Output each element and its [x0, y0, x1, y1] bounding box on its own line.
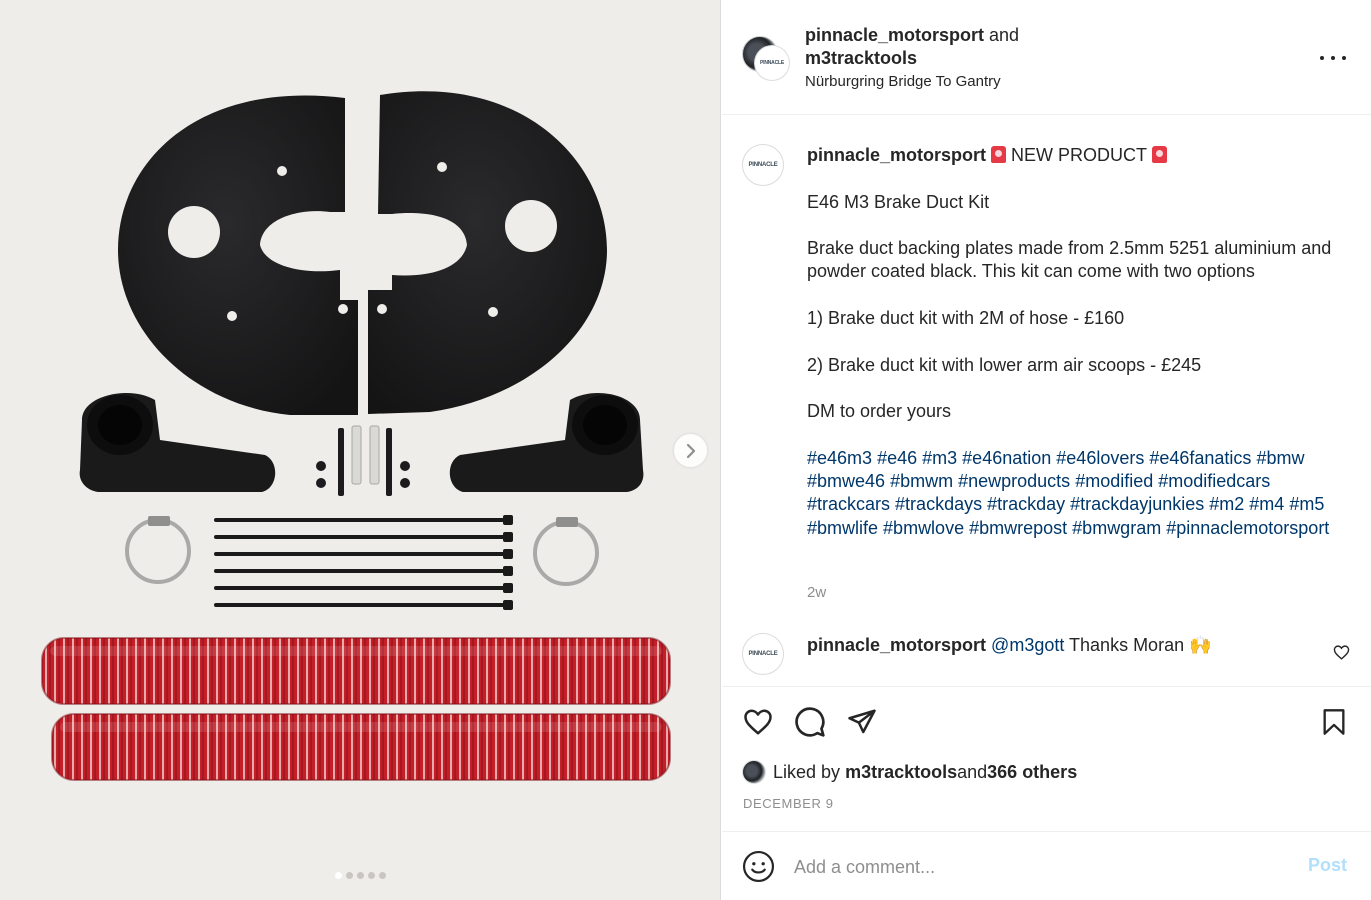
backing-plate-left [118, 95, 358, 416]
caption-headline: NEW PRODUCT [1006, 145, 1152, 165]
caption-time-ago[interactable]: 2w [807, 584, 826, 601]
avatar[interactable] [742, 760, 766, 784]
caption-username[interactable]: pinnacle_motorsport [807, 145, 986, 165]
hashtag-link[interactable]: #bmwrepost [969, 518, 1067, 538]
hashtag-link[interactable]: #bmwlove [883, 518, 964, 538]
post-header: PINNACLE pinnacle_motorsport and m3track… [722, 0, 1371, 115]
hashtag-link[interactable]: #pinnaclemotorsport [1166, 518, 1329, 538]
likes-summary: Liked by m3tracktools and 366 others [742, 760, 1077, 784]
more-icon [1320, 56, 1324, 60]
logo-text: PINNACLE [748, 162, 778, 168]
chevron-right-icon [686, 443, 695, 458]
air-scoop-right [449, 392, 644, 492]
liker-username[interactable]: m3tracktools [845, 762, 957, 783]
hashtag-link[interactable]: #e46nation [962, 448, 1051, 468]
carousel-dot[interactable] [335, 872, 342, 879]
hashtag-link[interactable]: #bmwlife [807, 518, 878, 538]
comments-section[interactable]: PINNACLE pinnacle_motorsport NEW PRODUCT… [722, 116, 1371, 686]
caption-hashtags: #e46m3 #e46 #m3 #e46nation #e46lovers #e… [807, 447, 1347, 540]
comment-button[interactable] [793, 705, 827, 739]
reply-avatar[interactable]: PINNACLE [742, 633, 784, 675]
reply-text: Thanks Moran 🙌 [1064, 635, 1212, 655]
hashtag-link[interactable]: #trackdayjunkies [1070, 494, 1204, 514]
carousel-dot[interactable] [346, 872, 353, 879]
hashtag-link[interactable]: #bmwm [890, 471, 953, 491]
author-username[interactable]: pinnacle_motorsport [805, 25, 984, 45]
caption-avatar[interactable]: PINNACLE [742, 144, 784, 186]
comment-reply: pinnacle_motorsport @m3gott Thanks Moran… [807, 634, 1327, 657]
caption-option-2: 2) Brake duct kit with lower arm air sco… [807, 354, 1202, 375]
hashtag-link[interactable]: #trackcars [807, 494, 890, 514]
comment-icon [795, 707, 825, 737]
caption-description: Brake duct backing plates made from 2.5m… [807, 238, 1332, 282]
siren-icon [991, 146, 1007, 163]
carousel-dot[interactable] [357, 872, 364, 879]
duct-hose-2 [51, 713, 671, 781]
post-location[interactable]: Nürburgring Bridge To Gantry [805, 73, 1001, 90]
logo-text: PINNACLE [748, 651, 778, 657]
hashtag-link[interactable]: #m4 [1249, 494, 1284, 514]
hashtag-link[interactable]: #m2 [1209, 494, 1244, 514]
caption-option-1: 1) Brake duct kit with 2M of hose - £160 [807, 308, 1125, 329]
air-scoop-left [79, 392, 276, 492]
share-button[interactable] [845, 705, 879, 739]
author-names: pinnacle_motorsport and m3tracktools [805, 24, 1285, 70]
hashtag-link[interactable]: #e46m3 [807, 448, 872, 468]
reply-mention[interactable]: @m3gott [991, 635, 1064, 655]
caption-title: E46 M3 Brake Duct Kit [807, 191, 990, 212]
hashtag-link[interactable]: #modified [1075, 471, 1153, 491]
duct-hose-1 [41, 637, 671, 705]
comment-input[interactable] [794, 853, 1274, 881]
like-button[interactable] [741, 705, 775, 739]
bookmark-icon [1323, 709, 1345, 735]
carousel-next-button[interactable] [674, 434, 707, 467]
like-comment-heart-icon[interactable] [1333, 644, 1350, 661]
hashtag-link[interactable]: #e46 [877, 448, 917, 468]
save-button[interactable] [1317, 705, 1351, 739]
carousel-dot[interactable] [379, 872, 386, 879]
carousel-dot[interactable] [368, 872, 375, 879]
hashtag-link[interactable]: #trackday [987, 494, 1065, 514]
hashtag-link[interactable]: #bmw [1256, 448, 1304, 468]
hashtag-link[interactable]: #trackdays [895, 494, 982, 514]
post-media[interactable] [0, 0, 721, 900]
hardware-bolts [316, 425, 410, 496]
more-options-button[interactable] [1320, 46, 1346, 70]
share-icon [848, 709, 876, 734]
carousel-indicator [0, 872, 720, 879]
likes-prefix: Liked by [773, 761, 841, 782]
hashtag-link[interactable]: #m3 [922, 448, 957, 468]
siren-icon [1151, 146, 1167, 163]
hashtag-link[interactable]: #m5 [1289, 494, 1324, 514]
cable-ties [214, 515, 513, 610]
collaborator-username[interactable]: m3tracktools [805, 48, 917, 68]
post-details-panel: PINNACLE pinnacle_motorsport and m3track… [722, 0, 1371, 900]
hashtag-link[interactable]: #e46fanatics [1149, 448, 1251, 468]
likes-count[interactable]: 366 others [987, 762, 1077, 783]
post-date[interactable]: DECEMBER 9 [743, 796, 834, 811]
pinnacle-logo-avatar: PINNACLE [755, 46, 789, 80]
hashtag-link[interactable]: #modifiedcars [1158, 471, 1270, 491]
post-caption: pinnacle_motorsport NEW PRODUCT E46 M3 B… [807, 144, 1347, 540]
reply-username[interactable]: pinnacle_motorsport [807, 635, 986, 655]
and-text: and [984, 25, 1020, 45]
product-photo [41, 91, 671, 781]
emoji-icon[interactable] [742, 850, 775, 883]
hashtag-link[interactable]: #bmwgram [1072, 518, 1161, 538]
logo-text: PINNACLE [760, 60, 784, 66]
add-comment-bar: Post [722, 833, 1371, 900]
heart-icon [744, 709, 772, 735]
hashtag-link[interactable]: #e46lovers [1056, 448, 1144, 468]
backing-plate-right [368, 91, 607, 415]
caption-cta: DM to order yours [807, 401, 952, 422]
post-actions: Liked by m3tracktools and 366 others DEC… [722, 686, 1371, 832]
post-comment-button[interactable]: Post [1308, 855, 1347, 876]
collab-avatars[interactable]: PINNACLE [742, 36, 790, 82]
likes-mid: and [957, 761, 988, 782]
hose-clamps [125, 516, 599, 586]
hashtag-link[interactable]: #newproducts [958, 471, 1070, 491]
hashtag-link[interactable]: #bmwe46 [807, 471, 885, 491]
